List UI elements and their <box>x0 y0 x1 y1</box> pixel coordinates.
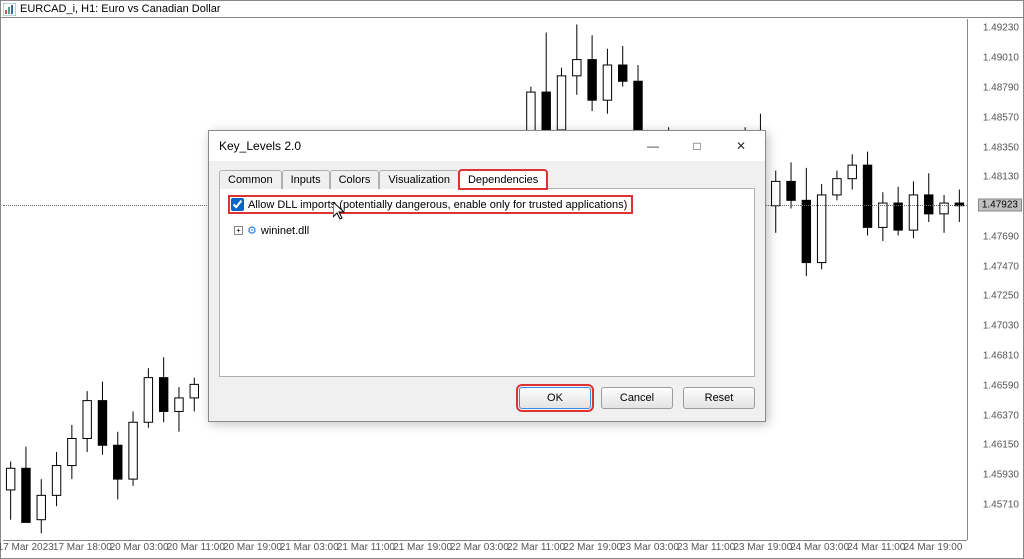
time-tick: 23 Mar 03:00 <box>620 542 679 553</box>
tab-page-dependencies: Allow DLL imports (potentially dangerous… <box>219 188 755 377</box>
minimize-button[interactable]: — <box>631 132 675 160</box>
time-tick: 20 Mar 03:00 <box>110 542 169 553</box>
time-tick: 20 Mar 19:00 <box>223 542 282 553</box>
ok-button[interactable]: OK <box>519 387 591 409</box>
price-tick: 1.47030 <box>983 321 1019 332</box>
time-tick: 24 Mar 03:00 <box>790 542 849 553</box>
indicator-properties-dialog: Key_Levels 2.0 — □ ✕ CommonInputsColorsV… <box>208 130 766 422</box>
price-tick: 1.47690 <box>983 231 1019 242</box>
time-tick: 24 Mar 11:00 <box>847 542 905 553</box>
gear-icon: ⚙ <box>247 224 257 237</box>
tab-dependencies[interactable]: Dependencies <box>459 170 547 189</box>
dependency-item[interactable]: + ⚙ wininet.dll <box>234 224 746 237</box>
time-axis: 17 Mar 202317 Mar 18:0020 Mar 03:0020 Ma… <box>3 540 967 558</box>
price-tick: 1.47470 <box>983 261 1019 272</box>
price-tick: 1.48130 <box>983 172 1019 183</box>
price-tick: 1.46370 <box>983 410 1019 421</box>
price-tick: 1.46810 <box>983 350 1019 361</box>
time-tick: 17 Mar 2023 <box>0 542 54 553</box>
reset-button[interactable]: Reset <box>683 387 755 409</box>
tab-colors[interactable]: Colors <box>330 170 380 189</box>
time-tick: 20 Mar 11:00 <box>167 542 225 553</box>
allow-dll-label: Allow DLL imports (potentially dangerous… <box>248 199 627 211</box>
price-tick: 1.49010 <box>983 53 1019 64</box>
time-tick: 22 Mar 19:00 <box>563 542 622 553</box>
chart-icon <box>3 3 16 16</box>
current-price-label: 1.47923 <box>978 199 1022 212</box>
time-tick: 23 Mar 11:00 <box>677 542 735 553</box>
time-tick: 24 Mar 19:00 <box>904 542 963 553</box>
price-tick: 1.48350 <box>983 142 1019 153</box>
allow-dll-checkbox[interactable] <box>231 198 244 211</box>
price-axis: 1.49230 1.49010 1.48790 1.48570 1.48350 1.481… <box>967 19 1023 540</box>
dialog-titlebar[interactable]: Key_Levels 2.0 — □ ✕ <box>209 131 765 161</box>
tab-bar: CommonInputsColorsVisualizationDependenc… <box>219 169 755 188</box>
time-tick: 21 Mar 03:00 <box>280 542 339 553</box>
price-tick: 1.46150 <box>983 440 1019 451</box>
allow-dll-row[interactable]: Allow DLL imports (potentially dangerous… <box>228 195 633 214</box>
price-tick: 1.45930 <box>983 470 1019 481</box>
chart-titlebar: EURCAD_i, H1: Euro vs Canadian Dollar <box>1 1 1023 18</box>
time-tick: 17 Mar 18:00 <box>53 542 112 553</box>
time-tick: 21 Mar 19:00 <box>393 542 452 553</box>
close-button[interactable]: ✕ <box>719 132 763 160</box>
tab-common[interactable]: Common <box>219 170 282 189</box>
time-tick: 21 Mar 11:00 <box>337 542 395 553</box>
dialog-title: Key_Levels 2.0 <box>219 139 301 153</box>
tab-inputs[interactable]: Inputs <box>282 170 330 189</box>
time-tick: 23 Mar 19:00 <box>733 542 792 553</box>
expand-icon[interactable]: + <box>234 226 243 235</box>
time-tick: 22 Mar 11:00 <box>507 542 565 553</box>
dependency-name: wininet.dll <box>261 225 309 237</box>
dialog-button-row: OK Cancel Reset <box>209 377 765 421</box>
price-tick: 1.47250 <box>983 291 1019 302</box>
tab-visualization[interactable]: Visualization <box>379 170 459 189</box>
time-tick: 22 Mar 03:00 <box>450 542 509 553</box>
price-tick: 1.48570 <box>983 112 1019 123</box>
price-tick: 1.48790 <box>983 83 1019 94</box>
price-tick: 1.45710 <box>983 499 1019 510</box>
price-tick: 1.49230 <box>983 23 1019 34</box>
price-tick: 1.46590 <box>983 380 1019 391</box>
chart-title: EURCAD_i, H1: Euro vs Canadian Dollar <box>20 3 221 15</box>
dependencies-list: + ⚙ wininet.dll <box>228 224 746 237</box>
maximize-button[interactable]: □ <box>675 132 719 160</box>
cancel-button[interactable]: Cancel <box>601 387 673 409</box>
